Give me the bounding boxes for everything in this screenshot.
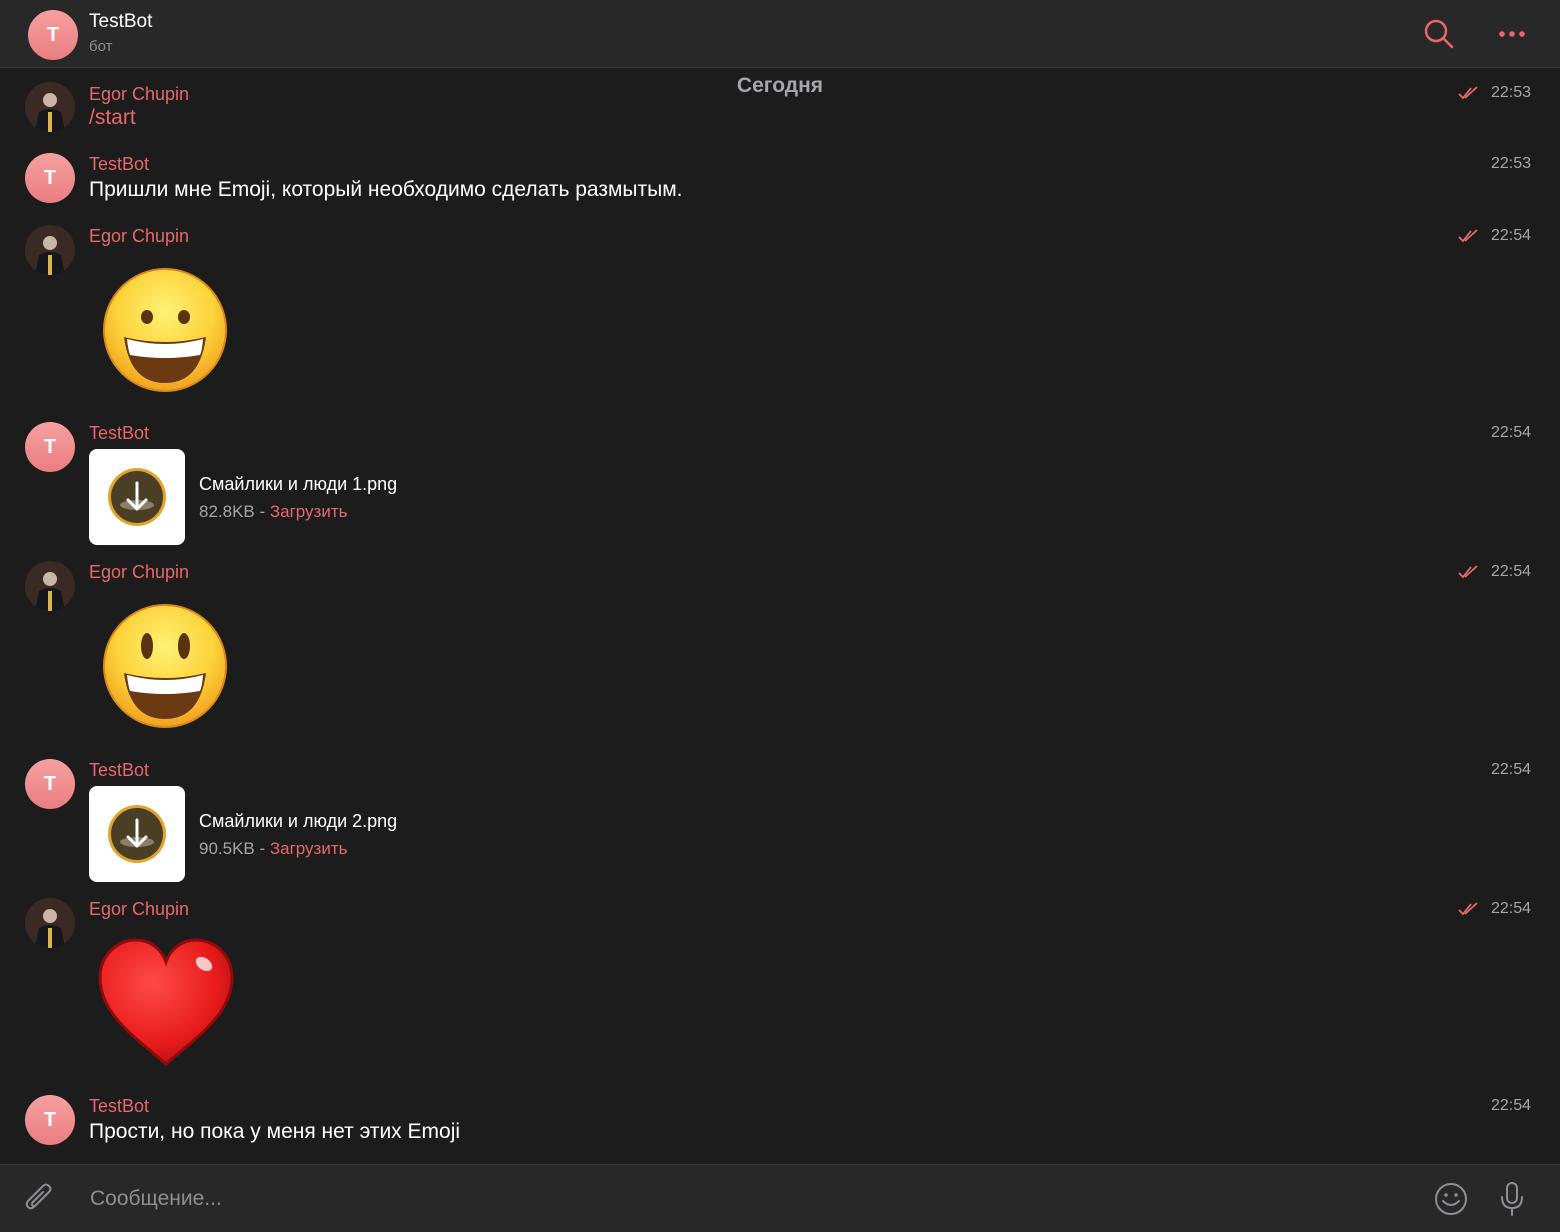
download-icon xyxy=(108,805,166,863)
paperclip-icon xyxy=(25,1183,52,1210)
message-sender[interactable]: TestBot xyxy=(89,1096,149,1117)
smiling-face-emoji[interactable] xyxy=(100,601,230,736)
chat-window: T TestBot бот Сегодня Egor Chupin 22:53 … xyxy=(0,0,1560,1232)
file-meta: 82.8KB - Загрузить xyxy=(199,502,348,522)
double-check-icon xyxy=(1458,902,1478,916)
message-sender[interactable]: TestBot xyxy=(89,760,149,781)
message-sender[interactable]: Egor Chupin xyxy=(89,226,189,247)
message-input[interactable] xyxy=(80,1177,1400,1221)
user-photo xyxy=(25,898,75,948)
message-time: 22:54 xyxy=(1490,761,1531,778)
bot-avatar[interactable]: T xyxy=(25,153,75,203)
double-check-icon xyxy=(1458,86,1478,100)
message-time: 22:53 xyxy=(1490,84,1531,101)
message-time: 22:54 xyxy=(1490,563,1531,580)
message-sender[interactable]: TestBot xyxy=(89,154,149,175)
grinning-face-emoji[interactable] xyxy=(100,265,230,400)
user-photo xyxy=(25,561,75,611)
user-avatar[interactable] xyxy=(25,225,75,275)
file-thumbnail[interactable] xyxy=(89,449,185,545)
download-link[interactable]: Загрузить xyxy=(270,502,348,521)
date-divider: Сегодня xyxy=(736,74,824,97)
message-sender[interactable]: Egor Chupin xyxy=(89,562,189,583)
download-link[interactable]: Загрузить xyxy=(270,839,348,858)
search-icon xyxy=(1424,19,1454,49)
file-separator: - xyxy=(254,839,270,858)
message-sender[interactable]: TestBot xyxy=(89,423,149,444)
grinning-face-icon xyxy=(103,268,227,392)
smiley-icon xyxy=(1435,1183,1467,1215)
message-text: Пришли мне Emoji, который необходимо сде… xyxy=(89,178,683,201)
attach-button[interactable] xyxy=(21,1180,59,1218)
double-check-icon xyxy=(1458,229,1478,243)
chat-subtitle: бот xyxy=(89,38,113,55)
file-thumbnail[interactable] xyxy=(89,786,185,882)
file-size: 82.8KB xyxy=(199,502,255,521)
red-heart-emoji[interactable] xyxy=(96,936,236,1075)
user-avatar[interactable] xyxy=(25,561,75,611)
bot-avatar[interactable]: T xyxy=(25,422,75,472)
file-size: 90.5KB xyxy=(199,839,255,858)
message-time: 22:54 xyxy=(1490,1097,1531,1114)
chat-title[interactable]: TestBot xyxy=(89,11,152,33)
file-meta: 90.5KB - Загрузить xyxy=(199,839,348,859)
message-time: 22:53 xyxy=(1490,155,1531,172)
bot-avatar[interactable]: T xyxy=(25,759,75,809)
message-sender[interactable]: Egor Chupin xyxy=(89,899,189,920)
message-text: Прости, но пока у меня нет этих Emoji xyxy=(89,1120,461,1143)
download-icon xyxy=(108,468,166,526)
message-text[interactable]: /start xyxy=(89,106,136,130)
user-avatar[interactable] xyxy=(25,82,75,132)
user-photo xyxy=(25,225,75,275)
message-composer xyxy=(0,1164,1560,1232)
more-button[interactable] xyxy=(1494,16,1530,52)
mic-button[interactable] xyxy=(1493,1180,1531,1218)
chat-header: T TestBot бот xyxy=(0,0,1560,68)
smiling-face-icon xyxy=(103,604,227,728)
search-button[interactable] xyxy=(1421,16,1457,52)
message-sender[interactable]: Egor Chupin xyxy=(89,84,189,105)
message-time: 22:54 xyxy=(1490,227,1531,244)
user-photo xyxy=(25,82,75,132)
more-icon xyxy=(1499,31,1525,37)
user-avatar[interactable] xyxy=(25,898,75,948)
message-time: 22:54 xyxy=(1490,900,1531,917)
red-heart-icon xyxy=(98,938,234,1066)
file-name: Смайлики и люди 1.png xyxy=(199,474,398,494)
file-name: Смайлики и люди 2.png xyxy=(199,811,398,831)
emoji-button[interactable] xyxy=(1432,1180,1470,1218)
message-time: 22:54 xyxy=(1490,424,1531,441)
file-separator: - xyxy=(254,502,270,521)
chat-avatar[interactable]: T xyxy=(28,10,78,60)
microphone-icon xyxy=(1501,1182,1523,1216)
bot-avatar[interactable]: T xyxy=(25,1095,75,1145)
double-check-icon xyxy=(1458,565,1478,579)
